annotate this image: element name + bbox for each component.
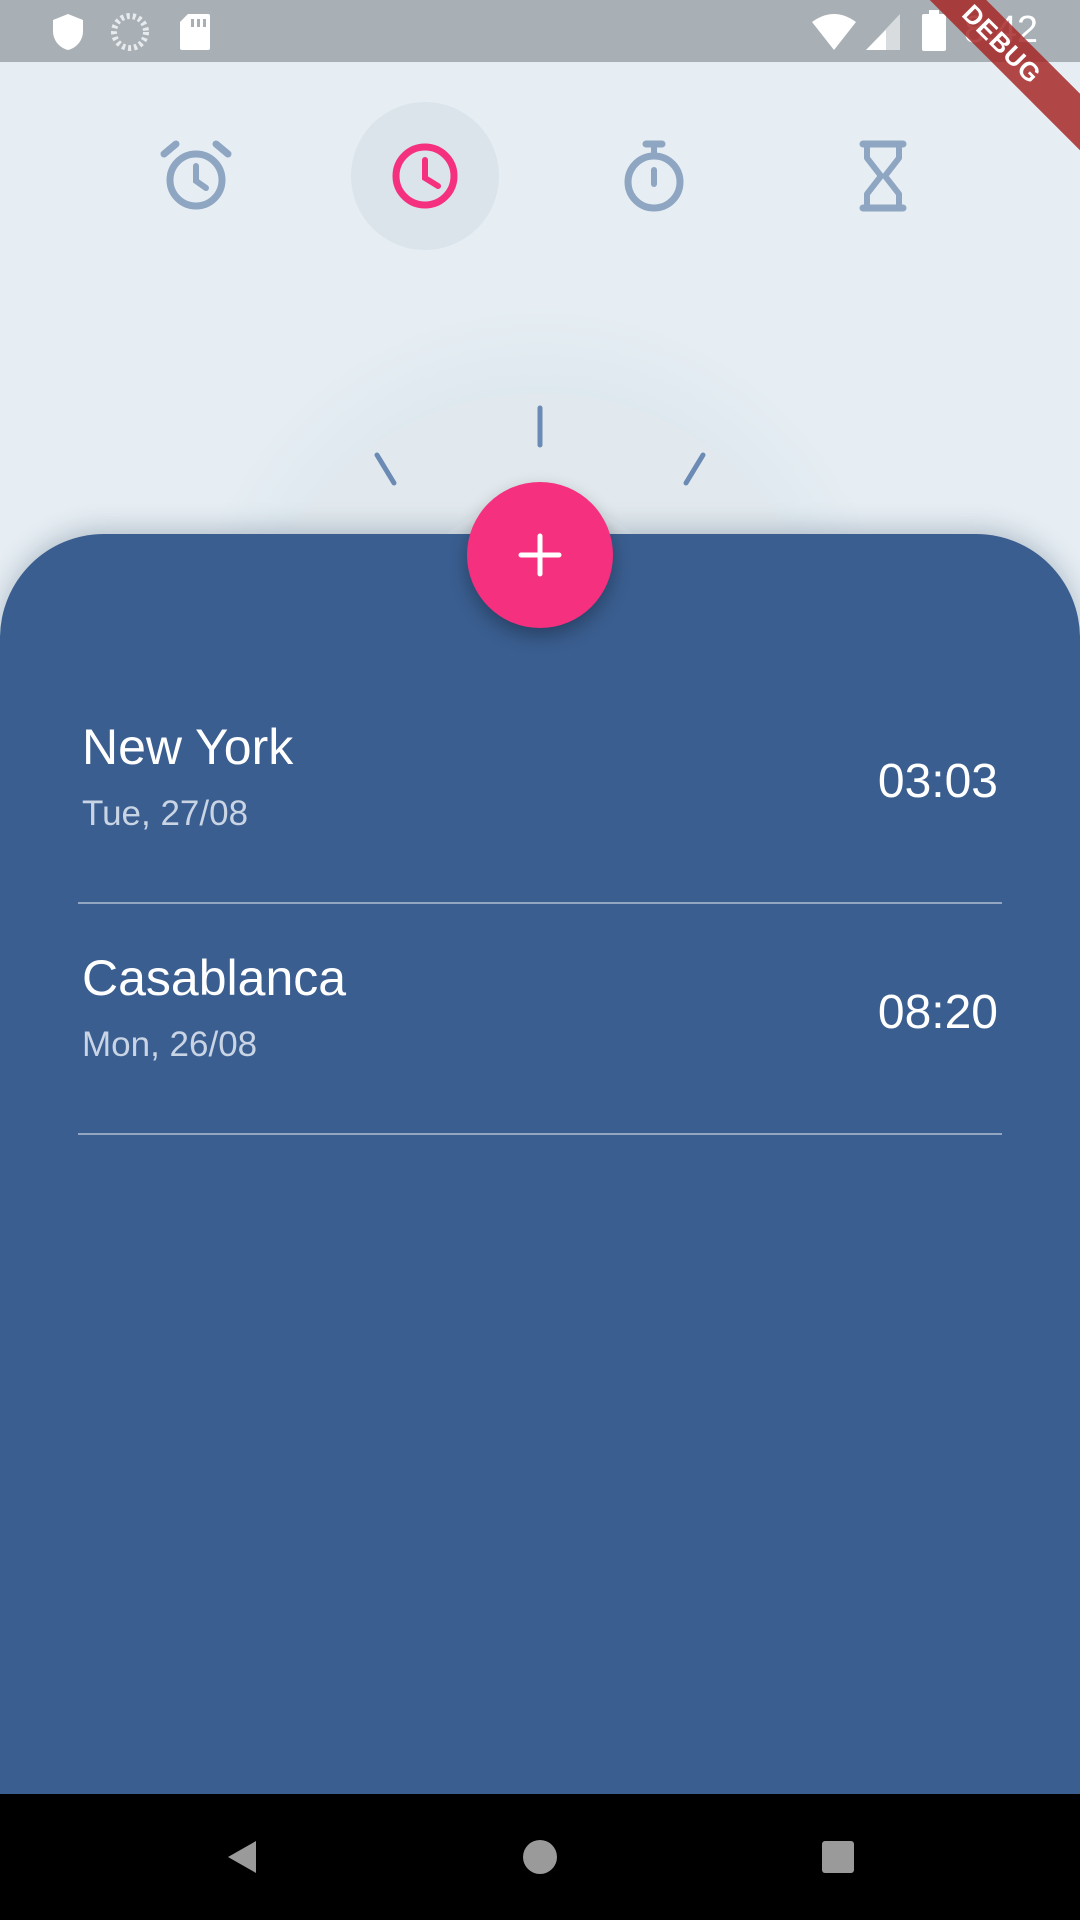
navigation-bar [0,1794,1080,1920]
tick-1 [683,452,706,486]
recents-button[interactable] [810,1829,866,1885]
back-icon [228,1841,256,1873]
city-date: Tue, 27/08 [82,794,249,833]
city-time: 03:03 [877,755,998,808]
plus-icon [518,533,562,577]
add-city-button[interactable] [467,482,613,628]
recents-icon [822,1841,854,1873]
city-date: Mon, 26/08 [82,1025,258,1064]
world-clock-sheet: New York Tue, 27/08 03:03 Casablanca Mon… [0,534,1080,1794]
home-button[interactable] [512,1829,568,1885]
list-item[interactable]: Casablanca Mon, 26/08 08:20 [78,903,1002,1135]
city-name: Casablanca [82,950,347,1006]
back-button[interactable] [214,1829,270,1885]
city-name: New York [82,719,294,775]
list-item[interactable]: New York Tue, 27/08 03:03 [78,672,1002,904]
home-icon [523,1840,557,1874]
city-time: 08:20 [877,986,998,1039]
tick-11 [374,452,397,486]
